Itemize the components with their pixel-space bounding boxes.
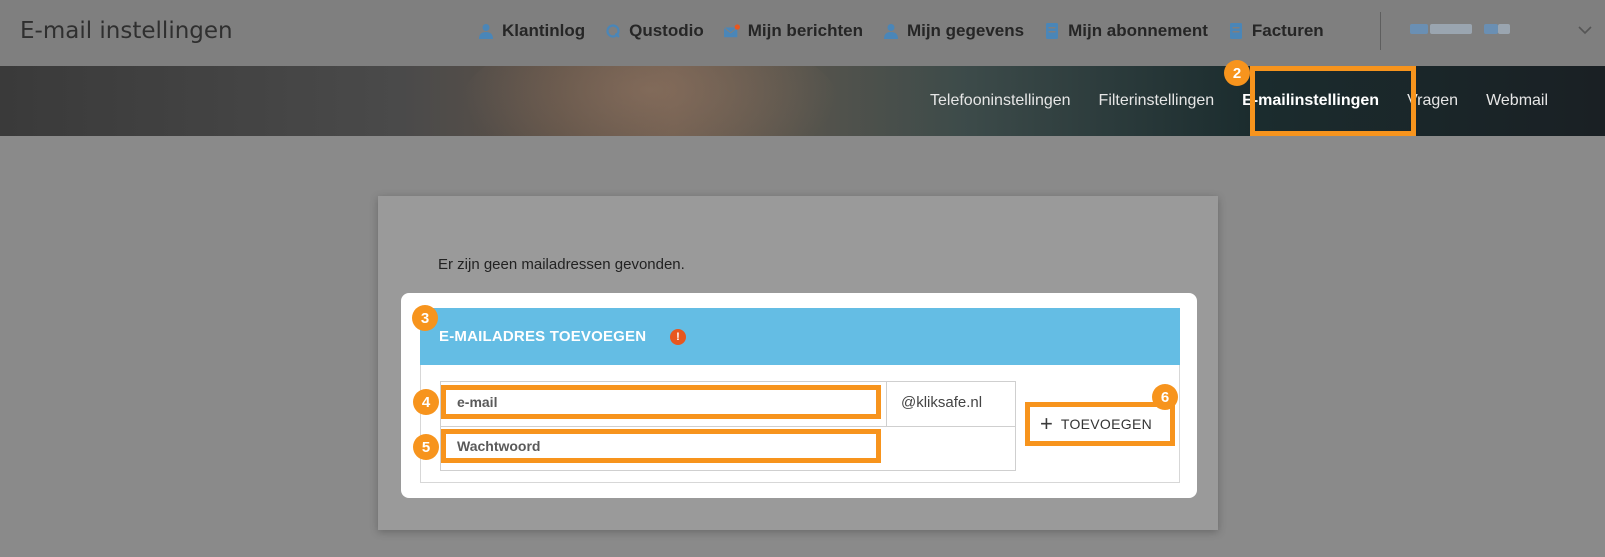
nav-mijn-gegevens[interactable]: Mijn gegevens <box>883 21 1024 41</box>
top-nav: Klantinlog Qustodio Mijn berichten Mijn … <box>478 0 1344 62</box>
password-input[interactable]: Wachtwoord <box>441 429 881 463</box>
divider <box>1380 12 1381 50</box>
nav-label: Qustodio <box>629 21 704 40</box>
chevron-down-icon[interactable] <box>1577 22 1593 38</box>
nav-label: Mijn abonnement <box>1068 21 1208 40</box>
document-icon <box>1044 23 1060 39</box>
add-button-label: TOEVOEGEN <box>1060 416 1152 432</box>
email-domain-suffix: @kliksafe.nl <box>901 394 983 411</box>
nav-klantinlog[interactable]: Klantinlog <box>478 21 585 41</box>
callout-badge: 5 <box>413 434 439 460</box>
divider <box>886 382 887 426</box>
nav-facturen[interactable]: Facturen <box>1228 21 1324 41</box>
user-icon <box>883 23 899 39</box>
nav-label: Facturen <box>1251 21 1324 40</box>
divider <box>441 426 1015 427</box>
nav-label: Mijn gegevens <box>906 21 1025 40</box>
active-tab-highlight <box>1250 66 1416 136</box>
tab-webmail[interactable]: Webmail <box>1486 92 1548 110</box>
banner-photo <box>460 66 840 136</box>
form-body: e-mail @kliksafe.nl Wachtwoord + TOEVOEG… <box>420 365 1180 483</box>
envelope-icon <box>723 23 740 39</box>
callout-badge: 2 <box>1224 60 1250 86</box>
nav-label: Mijn berichten <box>747 21 863 40</box>
callout-badge: 4 <box>413 389 439 415</box>
add-email-button[interactable]: + TOEVOEGEN <box>1025 402 1175 446</box>
user-account-blurred[interactable] <box>1410 24 1510 36</box>
user-icon <box>478 23 494 39</box>
tab-telefooninstellingen[interactable]: Telefooninstellingen <box>930 92 1071 110</box>
callout-badge: 6 <box>1152 384 1178 410</box>
email-settings-panel: Er zijn geen mailadressen gevonden. E-MA… <box>378 196 1218 530</box>
nav-mijn-abonnement[interactable]: Mijn abonnement <box>1044 21 1208 41</box>
top-bar: E-mail instellingen Klantinlog Qustodio … <box>0 0 1605 66</box>
add-email-card: E-MAILADRES TOEVOEGEN ! e-mail @kliksafe… <box>401 293 1197 498</box>
page-title: E-mail instellingen <box>20 18 233 44</box>
fields-container: e-mail @kliksafe.nl Wachtwoord <box>440 381 1016 471</box>
form-title: E-MAILADRES TOEVOEGEN <box>439 328 647 345</box>
nav-label: Klantinlog <box>502 21 586 40</box>
form-header: E-MAILADRES TOEVOEGEN ! <box>420 308 1180 365</box>
warning-icon: ! <box>670 329 686 345</box>
nav-qustodio[interactable]: Qustodio <box>605 21 704 41</box>
qustodio-icon <box>605 23 621 39</box>
plus-icon: + <box>1040 411 1053 436</box>
email-input[interactable]: e-mail <box>441 385 881 419</box>
callout-badge: 3 <box>412 305 438 331</box>
document-icon <box>1228 23 1244 39</box>
nav-mijn-berichten[interactable]: Mijn berichten <box>723 21 863 41</box>
no-addresses-notice: Er zijn geen mailadressen gevonden. <box>438 256 685 273</box>
tab-filterinstellingen[interactable]: Filterinstellingen <box>1099 92 1215 110</box>
